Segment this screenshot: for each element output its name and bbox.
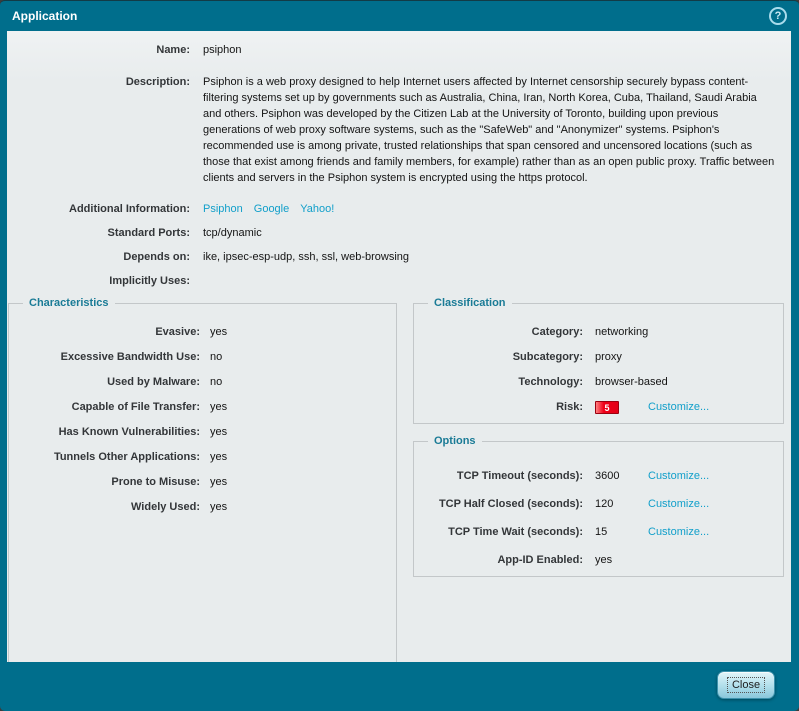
subcategory-label: Subcategory:: [512, 351, 583, 363]
depends-on-label: Depends on:: [123, 251, 190, 263]
app-id-enabled-value: yes: [595, 554, 613, 566]
prone-to-misuse-value: yes: [210, 476, 228, 488]
psiphon-link[interactable]: Psiphon: [203, 201, 243, 218]
depends-on-value: ike, ipsec-esp-udp, ssh, ssl, web-browsi…: [203, 251, 410, 263]
field-row-depends-on: Depends on: ike, ipsec-esp-udp, ssh, ssl…: [7, 249, 791, 266]
characteristic-row: Tunnels Other Applications: yes: [9, 450, 396, 475]
tcp-half-closed-label: TCP Half Closed (seconds):: [438, 498, 583, 510]
field-row-implicitly-uses: Implicitly Uses:: [7, 273, 791, 290]
option-row: TCP Half Closed (seconds): 120 Customize…: [414, 497, 783, 525]
name-value: psiphon: [203, 44, 242, 56]
widely-used-label: Widely Used:: [131, 501, 200, 513]
characteristic-row: Used by Malware: no: [9, 375, 396, 400]
description-value: Psiphon is a web proxy designed to help …: [203, 76, 775, 184]
dialog-content: Name: psiphon Description: Psiphon is a …: [7, 31, 791, 662]
titlebar: Application ?: [0, 1, 799, 31]
classification-legend: Classification: [434, 297, 506, 309]
field-row-additional-information: Additional Information: Psiphon Google Y…: [7, 201, 791, 218]
description-label: Description:: [125, 76, 190, 88]
name-label: Name:: [156, 44, 190, 56]
risk-customize-link[interactable]: Customize...: [648, 400, 709, 425]
classification-row: Technology: browser-based: [414, 375, 783, 400]
prone-to-misuse-label: Prone to Misuse:: [111, 476, 200, 488]
tcp-timeout-customize-link[interactable]: Customize...: [648, 469, 709, 497]
tcp-timeout-label: TCP Timeout (seconds):: [456, 470, 583, 482]
tcp-half-closed-value: 120: [595, 498, 614, 510]
tcp-time-wait-value: 15: [595, 526, 608, 538]
file-transfer-value: yes: [210, 401, 228, 413]
field-row-description: Description: Psiphon is a web proxy desi…: [7, 74, 791, 186]
help-button[interactable]: ?: [769, 7, 787, 25]
yahoo-link[interactable]: Yahoo!: [300, 201, 334, 218]
google-link[interactable]: Google: [254, 201, 289, 218]
field-row-standard-ports: Standard Ports: tcp/dynamic: [7, 225, 791, 242]
category-label: Category:: [531, 326, 583, 338]
widely-used-value: yes: [210, 501, 228, 513]
question-mark-icon: ?: [774, 10, 782, 22]
characteristic-row: Evasive: yes: [9, 325, 396, 350]
classification-fieldset: Classification Category: networking Subc…: [413, 297, 784, 424]
options-fieldset: Options TCP Timeout (seconds): 3600 Cust…: [413, 435, 784, 577]
used-by-malware-label: Used by Malware:: [107, 376, 200, 388]
evasive-value: yes: [210, 326, 228, 338]
additional-information-links: Psiphon Google Yahoo!: [203, 201, 791, 218]
lower-columns: Characteristics Evasive: yes Excessive B…: [7, 297, 791, 662]
classification-row: Subcategory: proxy: [414, 350, 783, 375]
technology-label: Technology:: [518, 376, 583, 388]
footer-bar: Close: [0, 662, 799, 711]
characteristic-row: Widely Used: yes: [9, 500, 396, 525]
used-by-malware-value: no: [210, 376, 223, 388]
implicitly-uses-label: Implicitly Uses:: [109, 275, 190, 287]
risk-value-slot: 5: [595, 400, 648, 425]
technology-value: browser-based: [595, 376, 668, 388]
standard-ports-value: tcp/dynamic: [203, 227, 262, 239]
known-vulnerabilities-value: yes: [210, 426, 228, 438]
app-id-enabled-label: App-ID Enabled:: [497, 554, 583, 566]
application-dialog: Application ? Name: psiphon Description:…: [0, 0, 799, 711]
right-column: Classification Category: networking Subc…: [413, 297, 784, 662]
characteristics-fieldset: Characteristics Evasive: yes Excessive B…: [8, 297, 397, 662]
additional-information-label: Additional Information:: [69, 203, 190, 215]
classification-row: Category: networking: [414, 325, 783, 350]
tcp-timeout-value: 3600: [595, 470, 620, 482]
classification-row-risk: Risk: 5 Customize...: [414, 400, 783, 425]
characteristic-row: Excessive Bandwidth Use: no: [9, 350, 396, 375]
tunnels-other-apps-value: yes: [210, 451, 228, 463]
excessive-bandwidth-label: Excessive Bandwidth Use:: [60, 351, 200, 363]
file-transfer-label: Capable of File Transfer:: [71, 401, 200, 413]
implicitly-uses-value: [203, 273, 791, 290]
characteristic-row: Capable of File Transfer: yes: [9, 400, 396, 425]
category-value: networking: [595, 326, 649, 338]
tunnels-other-apps-label: Tunnels Other Applications:: [53, 451, 200, 463]
risk-label: Risk:: [556, 401, 583, 413]
evasive-label: Evasive:: [155, 326, 200, 338]
characteristics-legend: Characteristics: [29, 297, 109, 309]
field-row-name: Name: psiphon: [7, 42, 791, 59]
known-vulnerabilities-label: Has Known Vulnerabilities:: [58, 426, 200, 438]
excessive-bandwidth-value: no: [210, 351, 223, 363]
tcp-time-wait-customize-link[interactable]: Customize...: [648, 525, 709, 553]
option-row: TCP Timeout (seconds): 3600 Customize...: [414, 469, 783, 497]
subcategory-value: proxy: [595, 351, 622, 363]
dialog-title: Application: [12, 9, 78, 23]
option-row: App-ID Enabled: yes: [414, 553, 783, 581]
option-row: TCP Time Wait (seconds): 15 Customize...: [414, 525, 783, 553]
characteristic-row: Has Known Vulnerabilities: yes: [9, 425, 396, 450]
tcp-time-wait-label: TCP Time Wait (seconds):: [448, 526, 583, 538]
close-button[interactable]: Close: [717, 671, 775, 699]
standard-ports-label: Standard Ports:: [107, 227, 190, 239]
tcp-half-closed-customize-link[interactable]: Customize...: [648, 497, 709, 525]
risk-level-badge: 5: [595, 401, 619, 414]
close-button-label: Close: [726, 677, 766, 693]
characteristic-row: Prone to Misuse: yes: [9, 475, 396, 500]
options-legend: Options: [434, 435, 476, 447]
